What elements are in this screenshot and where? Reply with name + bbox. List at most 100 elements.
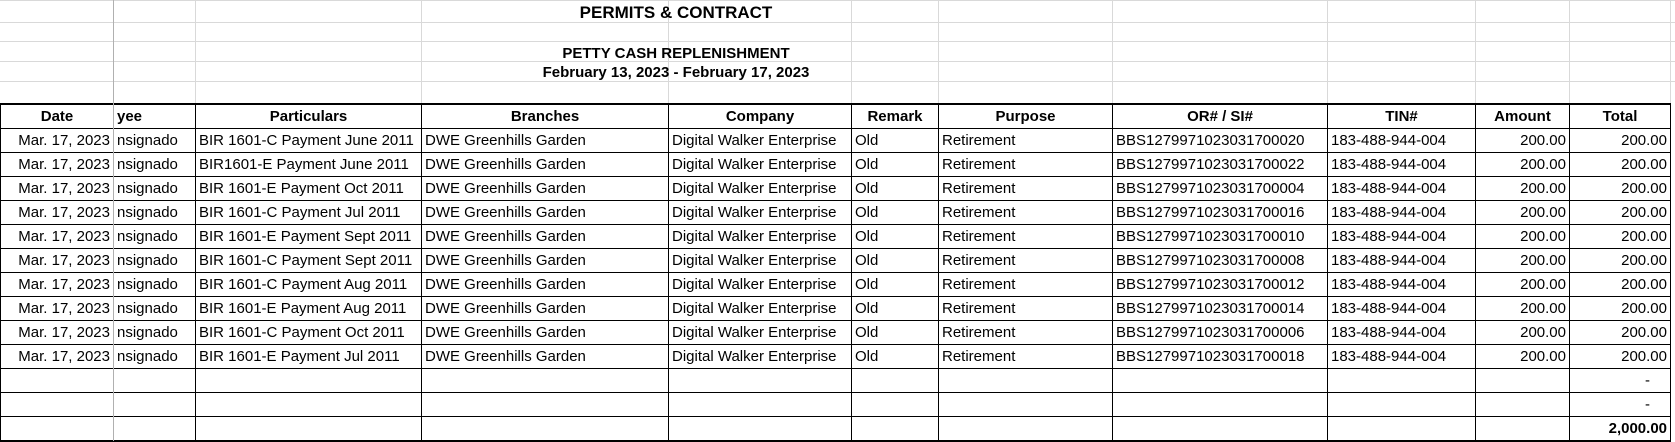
cell-purpose[interactable]: Retirement bbox=[938, 248, 1113, 273]
cell-remark[interactable]: Old bbox=[851, 176, 939, 201]
cell-purpose[interactable]: Retirement bbox=[938, 200, 1113, 225]
cell-amount[interactable]: 200.00 bbox=[1475, 128, 1570, 153]
cell-company[interactable]: Digital Walker Enterprise bbox=[668, 272, 852, 297]
cell-branches[interactable]: DWE Greenhills Garden bbox=[421, 224, 669, 249]
cell-amount[interactable]: 200.00 bbox=[1475, 344, 1570, 369]
cell-date[interactable]: Mar. 17, 2023 bbox=[0, 128, 114, 153]
cell-date[interactable]: Mar. 17, 2023 bbox=[0, 296, 114, 321]
cell-particulars[interactable]: BIR 1601-E Payment Aug 2011 bbox=[195, 296, 422, 321]
cell-amount[interactable]: 200.00 bbox=[1475, 200, 1570, 225]
empty-cell[interactable] bbox=[1327, 416, 1476, 442]
cell-tin[interactable]: 183-488-944-004 bbox=[1327, 200, 1476, 225]
cell-purpose[interactable]: Retirement bbox=[938, 272, 1113, 297]
cell-amount[interactable]: 200.00 bbox=[1475, 176, 1570, 201]
cell-amount[interactable]: 200.00 bbox=[1475, 320, 1570, 345]
cell-branches[interactable]: DWE Greenhills Garden bbox=[421, 176, 669, 201]
cell-purpose[interactable]: Retirement bbox=[938, 296, 1113, 321]
cell-remark[interactable]: Old bbox=[851, 152, 939, 177]
cell-date[interactable]: Mar. 17, 2023 bbox=[0, 152, 114, 177]
cell-total[interactable]: 200.00 bbox=[1569, 128, 1671, 153]
cell-date[interactable]: Mar. 17, 2023 bbox=[0, 224, 114, 249]
cell-tin[interactable]: 183-488-944-004 bbox=[1327, 272, 1476, 297]
cell-or-si[interactable]: BBS1279971023031700006 bbox=[1112, 320, 1328, 345]
cell-or-si[interactable] bbox=[1112, 392, 1328, 417]
cell-particulars[interactable]: BIR 1601-C Payment Jul 2011 bbox=[195, 200, 422, 225]
cell-branches[interactable]: DWE Greenhills Garden bbox=[421, 200, 669, 225]
cell-purpose[interactable]: Retirement bbox=[938, 344, 1113, 369]
cell-tin[interactable] bbox=[1327, 392, 1476, 417]
cell-amount[interactable]: 200.00 bbox=[1475, 152, 1570, 177]
cell-particulars[interactable]: BIR 1601-C Payment June 2011 bbox=[195, 128, 422, 153]
cell-purpose[interactable]: Retirement bbox=[938, 176, 1113, 201]
empty-cell[interactable] bbox=[1112, 416, 1328, 442]
column-header-employee[interactable]: yee bbox=[113, 103, 196, 129]
empty-cell[interactable] bbox=[113, 416, 196, 442]
cell-total[interactable]: 200.00 bbox=[1569, 200, 1671, 225]
cell-tin[interactable]: 183-488-944-004 bbox=[1327, 152, 1476, 177]
cell-purpose[interactable]: Retirement bbox=[938, 224, 1113, 249]
cell-tin[interactable]: 183-488-944-004 bbox=[1327, 320, 1476, 345]
cell-purpose[interactable] bbox=[938, 368, 1113, 393]
column-header-remark[interactable]: Remark bbox=[851, 103, 939, 129]
cell-tin[interactable] bbox=[1327, 368, 1476, 393]
cell-remark[interactable]: Old bbox=[851, 200, 939, 225]
empty-cell[interactable] bbox=[421, 416, 669, 442]
cell-employee[interactable]: nsignado bbox=[113, 248, 196, 273]
cell-company[interactable]: Digital Walker Enterprise bbox=[668, 248, 852, 273]
empty-cell[interactable] bbox=[1475, 416, 1570, 442]
cell-particulars[interactable]: BIR 1601-E Payment Sept 2011 bbox=[195, 224, 422, 249]
column-header-date[interactable]: Date bbox=[0, 103, 114, 129]
cell-purpose[interactable] bbox=[938, 392, 1113, 417]
empty-cell[interactable] bbox=[938, 416, 1113, 442]
cell-particulars[interactable]: BIR 1601-E Payment Oct 2011 bbox=[195, 176, 422, 201]
cell-company[interactable]: Digital Walker Enterprise bbox=[668, 200, 852, 225]
cell-branches[interactable]: DWE Greenhills Garden bbox=[421, 248, 669, 273]
cell-or-si[interactable]: BBS1279971023031700022 bbox=[1112, 152, 1328, 177]
cell-branches[interactable]: DWE Greenhills Garden bbox=[421, 296, 669, 321]
cell-remark[interactable]: Old bbox=[851, 272, 939, 297]
column-header-branches[interactable]: Branches bbox=[421, 103, 669, 129]
column-header-company[interactable]: Company bbox=[668, 103, 852, 129]
cell-total[interactable]: 200.00 bbox=[1569, 176, 1671, 201]
cell-or-si[interactable]: BBS1279971023031700012 bbox=[1112, 272, 1328, 297]
cell-purpose[interactable]: Retirement bbox=[938, 152, 1113, 177]
cell-amount[interactable] bbox=[1475, 392, 1570, 417]
cell-or-si[interactable] bbox=[1112, 368, 1328, 393]
cell-employee[interactable]: nsignado bbox=[113, 272, 196, 297]
cell-total[interactable]: 200.00 bbox=[1569, 320, 1671, 345]
cell-employee[interactable]: nsignado bbox=[113, 152, 196, 177]
cell-total[interactable]: 200.00 bbox=[1569, 344, 1671, 369]
cell-employee[interactable]: nsignado bbox=[113, 344, 196, 369]
empty-cell[interactable] bbox=[851, 416, 939, 442]
cell-employee[interactable]: nsignado bbox=[113, 296, 196, 321]
cell-date[interactable] bbox=[0, 368, 114, 393]
cell-particulars[interactable]: BIR 1601-E Payment Jul 2011 bbox=[195, 344, 422, 369]
cell-total[interactable]: 200.00 bbox=[1569, 248, 1671, 273]
cell-remark[interactable]: Old bbox=[851, 344, 939, 369]
cell-date[interactable] bbox=[0, 392, 114, 417]
cell-purpose[interactable]: Retirement bbox=[938, 320, 1113, 345]
cell-amount[interactable]: 200.00 bbox=[1475, 296, 1570, 321]
cell-remark[interactable] bbox=[851, 392, 939, 417]
cell-employee[interactable]: nsignado bbox=[113, 200, 196, 225]
cell-or-si[interactable]: BBS1279971023031700010 bbox=[1112, 224, 1328, 249]
cell-tin[interactable]: 183-488-944-004 bbox=[1327, 176, 1476, 201]
cell-company[interactable]: Digital Walker Enterprise bbox=[668, 176, 852, 201]
cell-branches[interactable] bbox=[421, 392, 669, 417]
cell-employee[interactable]: nsignado bbox=[113, 128, 196, 153]
empty-cell[interactable] bbox=[0, 416, 114, 442]
cell-employee[interactable]: nsignado bbox=[113, 176, 196, 201]
cell-particulars[interactable]: BIR 1601-C Payment Oct 2011 bbox=[195, 320, 422, 345]
cell-remark[interactable]: Old bbox=[851, 128, 939, 153]
cell-date[interactable]: Mar. 17, 2023 bbox=[0, 272, 114, 297]
empty-cell[interactable] bbox=[195, 416, 422, 442]
cell-total[interactable]: 200.00 bbox=[1569, 296, 1671, 321]
cell-branches[interactable]: DWE Greenhills Garden bbox=[421, 128, 669, 153]
cell-or-si[interactable]: BBS1279971023031700020 bbox=[1112, 128, 1328, 153]
column-header-particulars[interactable]: Particulars bbox=[195, 103, 422, 129]
cell-employee[interactable] bbox=[113, 392, 196, 417]
cell-date[interactable]: Mar. 17, 2023 bbox=[0, 248, 114, 273]
cell-branches[interactable]: DWE Greenhills Garden bbox=[421, 320, 669, 345]
cell-or-si[interactable]: BBS1279971023031700016 bbox=[1112, 200, 1328, 225]
cell-total[interactable]: 200.00 bbox=[1569, 224, 1671, 249]
